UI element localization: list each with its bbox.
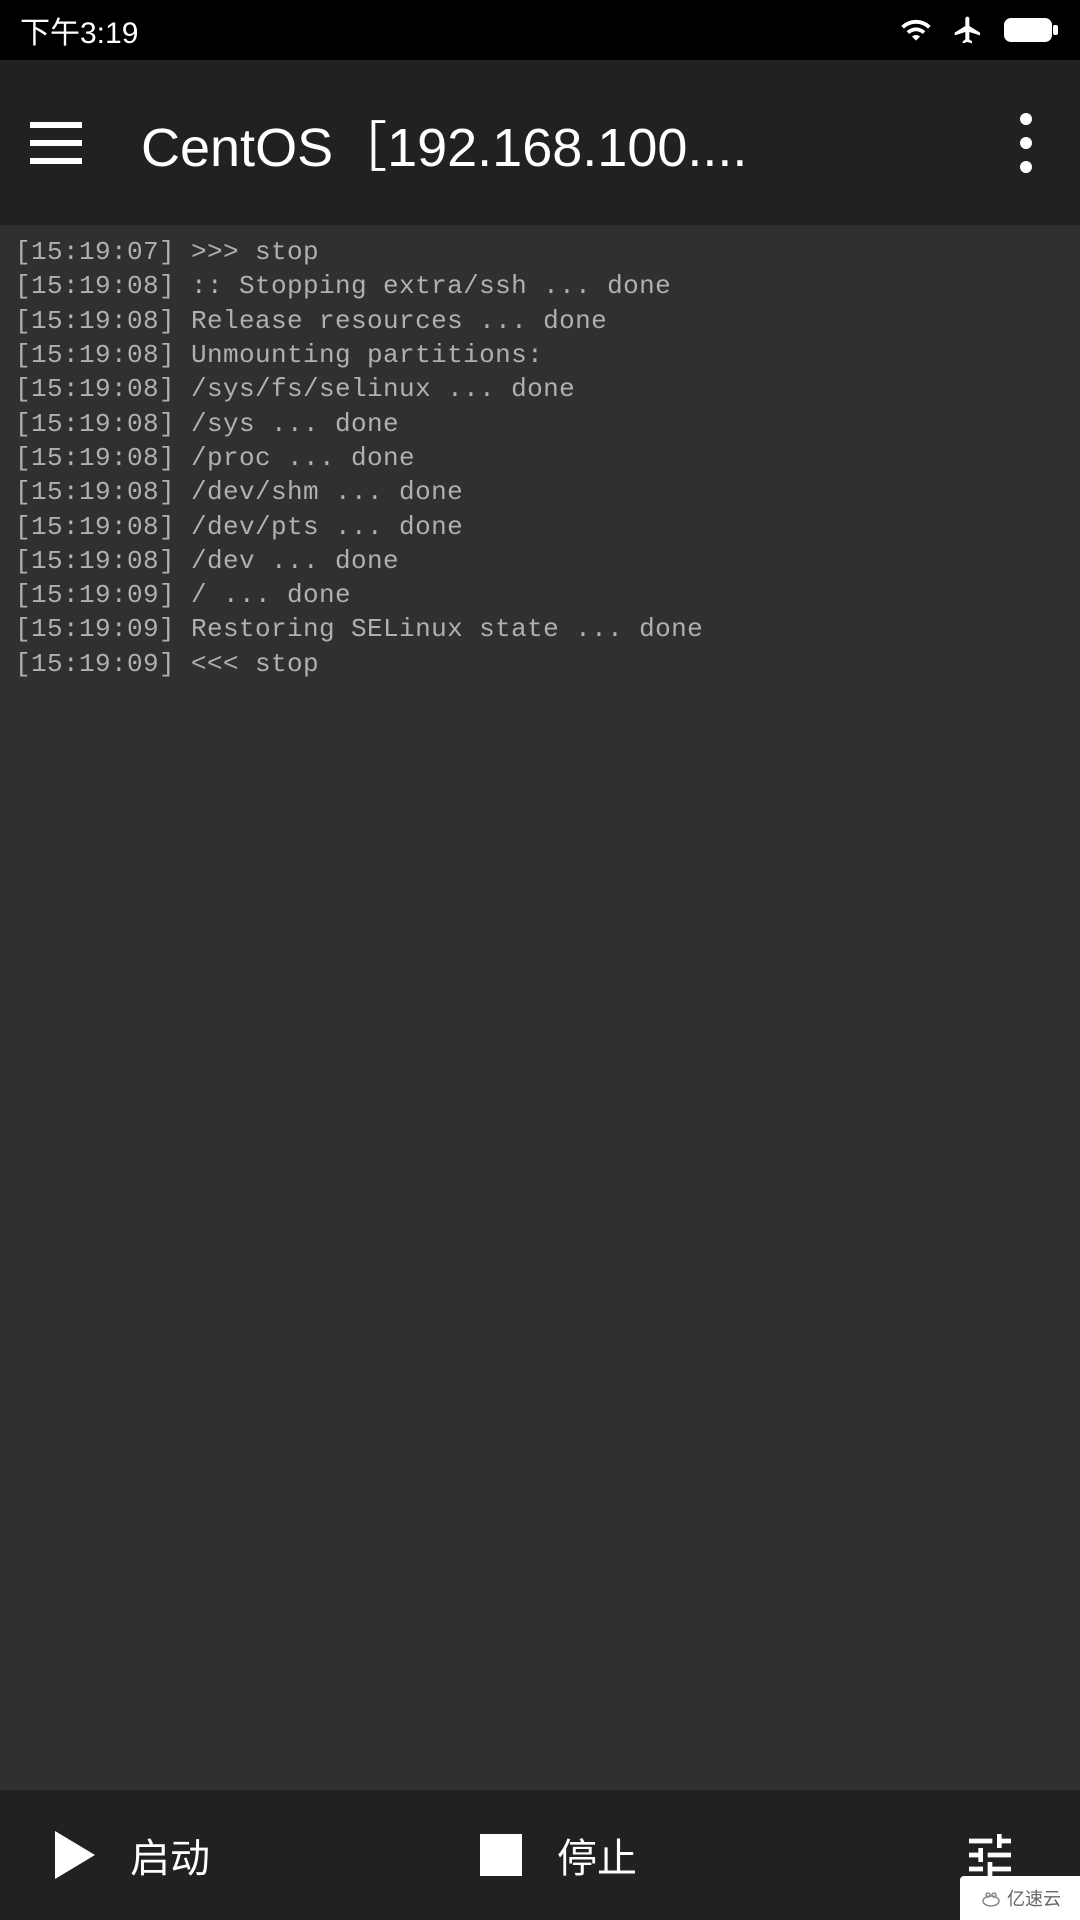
- terminal-line: [15:19:08] :: Stopping extra/ssh ... don…: [15, 269, 1065, 303]
- terminal-line: [15:19:08] /sys/fs/selinux ... done: [15, 372, 1065, 406]
- tune-icon: [962, 1827, 1018, 1883]
- bottom-bar: 启动 停止 亿速云: [0, 1790, 1080, 1920]
- app-bar: CentOS［192.168.100....: [0, 60, 1080, 225]
- app-title: CentOS［192.168.100....: [141, 103, 987, 182]
- stop-button[interactable]: 停止: [480, 1826, 930, 1884]
- overflow-menu-icon[interactable]: [1002, 107, 1050, 179]
- airplane-icon: [952, 14, 984, 46]
- terminal-line: [15:19:08] /dev/shm ... done: [15, 475, 1065, 509]
- terminal-line: [15:19:08] Unmounting partitions:: [15, 338, 1065, 372]
- play-icon: [55, 1831, 95, 1879]
- terminal-output[interactable]: [15:19:07] >>> stop [15:19:08] :: Stoppi…: [0, 225, 1080, 1790]
- terminal-line: [15:19:09] / ... done: [15, 578, 1065, 612]
- terminal-line: [15:19:07] >>> stop: [15, 235, 1065, 269]
- terminal-line: [15:19:08] /proc ... done: [15, 441, 1065, 475]
- start-button-label: 启动: [130, 1826, 210, 1884]
- settings-button[interactable]: [930, 1827, 1050, 1883]
- status-icons: [900, 14, 1060, 46]
- stop-icon: [480, 1834, 522, 1876]
- terminal-line: [15:19:09] Restoring SELinux state ... d…: [15, 612, 1065, 646]
- start-button[interactable]: 启动: [30, 1826, 480, 1884]
- stop-button-label: 停止: [557, 1826, 637, 1884]
- terminal-line: [15:19:08] /dev/pts ... done: [15, 510, 1065, 544]
- terminal-line: [15:19:08] /dev ... done: [15, 544, 1065, 578]
- status-bar: 下午3:19: [0, 0, 1080, 60]
- wifi-icon: [900, 14, 932, 46]
- terminal-line: [15:19:09] <<< stop: [15, 647, 1065, 681]
- status-time: 下午3:19: [20, 8, 138, 52]
- battery-icon: [1004, 16, 1060, 44]
- watermark: 亿速云: [960, 1876, 1080, 1920]
- hamburger-menu-icon[interactable]: [30, 115, 86, 171]
- terminal-line: [15:19:08] /sys ... done: [15, 407, 1065, 441]
- watermark-text: 亿速云: [1007, 1885, 1061, 1911]
- terminal-line: [15:19:08] Release resources ... done: [15, 304, 1065, 338]
